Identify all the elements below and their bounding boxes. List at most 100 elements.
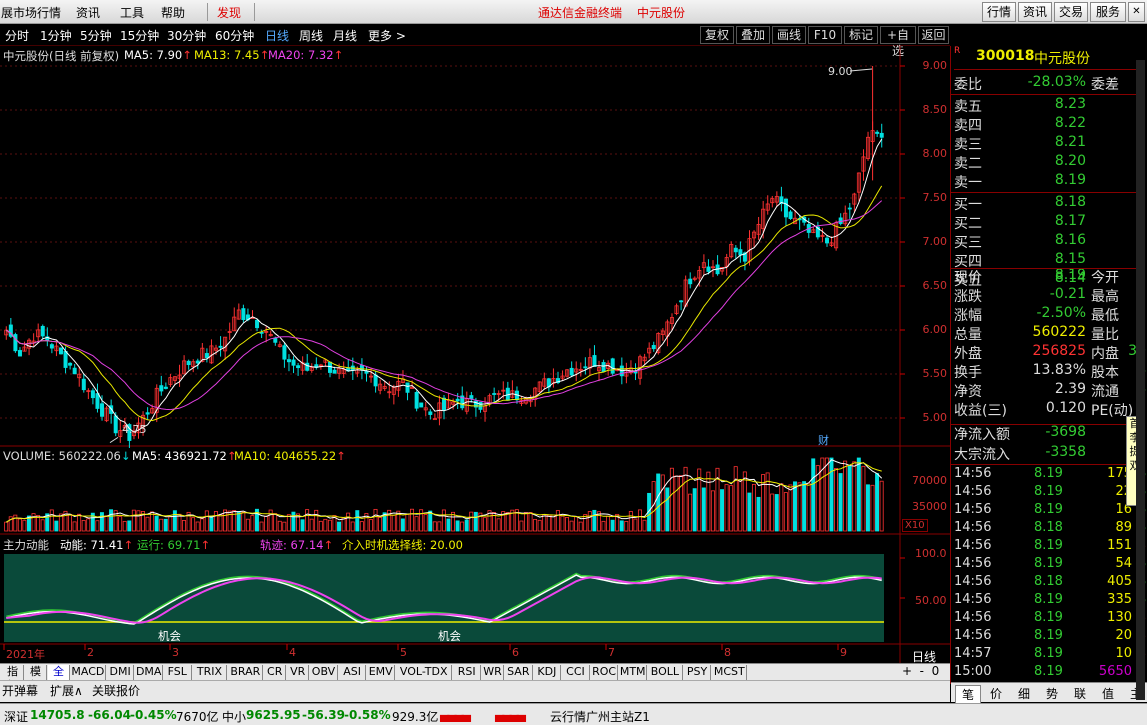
ask-row[interactable]: 卖五 8.23: [954, 96, 1146, 115]
volume-bar: [482, 517, 487, 532]
period-fenshi[interactable]: 分时: [5, 27, 29, 44]
volume-bar: [282, 521, 287, 532]
high-arrow: [849, 68, 873, 72]
stat-row[interactable]: 净资2.39流通4: [954, 381, 1146, 400]
price-axis-tick: 5.50: [922, 367, 948, 380]
sz-index[interactable]: 14705.8: [30, 708, 85, 722]
close-icon[interactable]: ✕: [1128, 2, 1145, 22]
overlay-button[interactable]: 叠加: [736, 26, 770, 44]
indicator-tab-17[interactable]: SAR: [505, 665, 533, 680]
side-tab-1[interactable]: 价: [983, 685, 1009, 702]
volume-bar: [309, 518, 314, 532]
period-daily[interactable]: 日线: [265, 27, 289, 44]
menu-news[interactable]: 资讯: [76, 4, 100, 21]
indicator-tab-12[interactable]: ASI: [339, 665, 367, 680]
period-5min[interactable]: 5分钟: [80, 27, 112, 44]
zoom-controls[interactable]: + - 0: [902, 664, 939, 678]
side-tab-2[interactable]: 细: [1011, 685, 1037, 702]
period-1min[interactable]: 1分钟: [40, 27, 72, 44]
ask-row[interactable]: 卖二 8.20: [954, 153, 1146, 172]
side-tab-0[interactable]: 笔: [955, 685, 981, 704]
indicator-tab-7[interactable]: TRIX: [193, 665, 228, 680]
indicator-tab-22[interactable]: BOLL: [648, 665, 683, 680]
bid-row[interactable]: 买一 8.18: [954, 194, 1146, 213]
chance-label-2: 机会: [438, 629, 461, 643]
stat-row[interactable]: 换手13.83%股本4: [954, 362, 1146, 381]
quote-button[interactable]: 行情: [982, 2, 1016, 22]
flow-row[interactable]: 净流入额 -3698: [954, 424, 1146, 443]
expand-tab[interactable]: 扩展∧: [50, 683, 83, 701]
period-more[interactable]: 更多 >: [368, 27, 406, 44]
zx-index[interactable]: 9625.95: [246, 708, 301, 722]
indicator-tab-3[interactable]: MACD: [71, 665, 106, 680]
stat-row[interactable]: 外盘256825内盘30: [954, 343, 1146, 362]
indicator-tab-2[interactable]: 全部: [48, 665, 70, 692]
indicator-tab-11[interactable]: OBV: [310, 665, 338, 680]
indicator-tab-18[interactable]: KDJ: [534, 665, 562, 680]
stat-row[interactable]: 涨幅 -2.50% 最低: [954, 305, 1146, 324]
news-button[interactable]: 资讯: [1018, 2, 1052, 22]
candle-body: [40, 325, 45, 337]
stat-row[interactable]: 总量 560222 量比: [954, 324, 1146, 343]
side-tab-3[interactable]: 势: [1039, 685, 1065, 702]
bid-row[interactable]: 买三 8.16: [954, 232, 1146, 251]
weibi-row[interactable]: 委比 -28.03% 委差: [954, 74, 1146, 93]
indicator-tab-15[interactable]: RSI: [453, 665, 481, 680]
fuquan-button[interactable]: 复权: [700, 26, 734, 44]
danmu-tab[interactable]: 开弹幕: [2, 683, 38, 701]
service-button[interactable]: 服务: [1090, 2, 1126, 22]
ask-row[interactable]: 卖三 8.21: [954, 134, 1146, 153]
indicator-tab-4[interactable]: DMI: [107, 665, 135, 680]
indicator-tab-19[interactable]: CCI: [562, 665, 590, 680]
right-scrollbar[interactable]: [1136, 60, 1145, 700]
side-tab-5[interactable]: 值: [1095, 685, 1121, 702]
back-button[interactable]: 返回: [918, 26, 949, 44]
trade-button[interactable]: 交易: [1054, 2, 1088, 22]
bid-row[interactable]: 买二 8.17: [954, 213, 1146, 232]
menu-market[interactable]: 展市场行情: [1, 4, 61, 21]
side-tab-4[interactable]: 联: [1067, 685, 1093, 702]
indicator-tab-9[interactable]: CR: [264, 665, 287, 680]
indicator-tab-20[interactable]: ROC: [591, 665, 619, 680]
period-15min[interactable]: 15分钟: [120, 27, 159, 44]
period-monthly[interactable]: 月线: [333, 27, 357, 44]
stat-row[interactable]: 涨跌 -0.21 最高: [954, 286, 1146, 305]
ask-row[interactable]: 卖四 8.22: [954, 115, 1146, 134]
stat-row[interactable]: 现价 8.19 今开: [954, 267, 1146, 286]
indicator-tab-1[interactable]: 模板: [25, 665, 47, 692]
menu-bar: 展市场行情 资讯 工具 帮助 发现 通达信金融终端 中元股份 行情 资讯 交易 …: [0, 0, 1147, 24]
period-60min[interactable]: 60分钟: [215, 27, 254, 44]
period-30min[interactable]: 30分钟: [167, 27, 206, 44]
indicator-tab-8[interactable]: BRAR: [228, 665, 264, 680]
f10-button[interactable]: F10: [808, 26, 842, 44]
ind-axis-100: 100.0: [915, 547, 947, 560]
menu-help[interactable]: 帮助: [161, 4, 185, 21]
server-name[interactable]: 云行情广州主站Z1: [550, 708, 650, 725]
indicator-tab-10[interactable]: VR: [287, 665, 310, 680]
indicator-tab-6[interactable]: FSL: [164, 665, 192, 680]
draw-button[interactable]: 画线: [772, 26, 806, 44]
mark-button[interactable]: 标记: [844, 26, 878, 44]
ask-row[interactable]: 卖一8.191: [954, 172, 1146, 191]
indicator-tab-21[interactable]: MTM: [619, 665, 647, 680]
indicator-tab-24[interactable]: MCST: [712, 665, 748, 680]
indicator-tab-13[interactable]: EMV: [367, 665, 395, 680]
menu-discover[interactable]: 发现: [217, 4, 241, 21]
volume-bar: [286, 514, 291, 532]
indicator-tab-16[interactable]: WR: [482, 665, 504, 680]
flow-row[interactable]: 大宗流入 -3358: [954, 444, 1146, 463]
finance-marker[interactable]: 财: [818, 432, 829, 448]
indicator-tab-14[interactable]: VOL-TDX: [396, 665, 453, 680]
add-watchlist-button[interactable]: +自选: [880, 26, 916, 58]
stat-row[interactable]: 收益(三) 0.120 PE(动): [954, 400, 1146, 419]
kline-chart[interactable]: [0, 46, 950, 664]
menu-tools[interactable]: 工具: [120, 4, 144, 21]
period-weekly[interactable]: 周线: [299, 27, 323, 44]
candle-body: [195, 360, 200, 364]
candle-body: [204, 353, 209, 359]
indicator-tab-23[interactable]: PSY: [684, 665, 712, 680]
indicator-tab-0[interactable]: 指标: [2, 665, 24, 692]
row-value: 560222: [1032, 324, 1086, 340]
related-quote-tab[interactable]: 关联报价: [92, 683, 140, 701]
indicator-tab-5[interactable]: DMA: [135, 665, 163, 680]
